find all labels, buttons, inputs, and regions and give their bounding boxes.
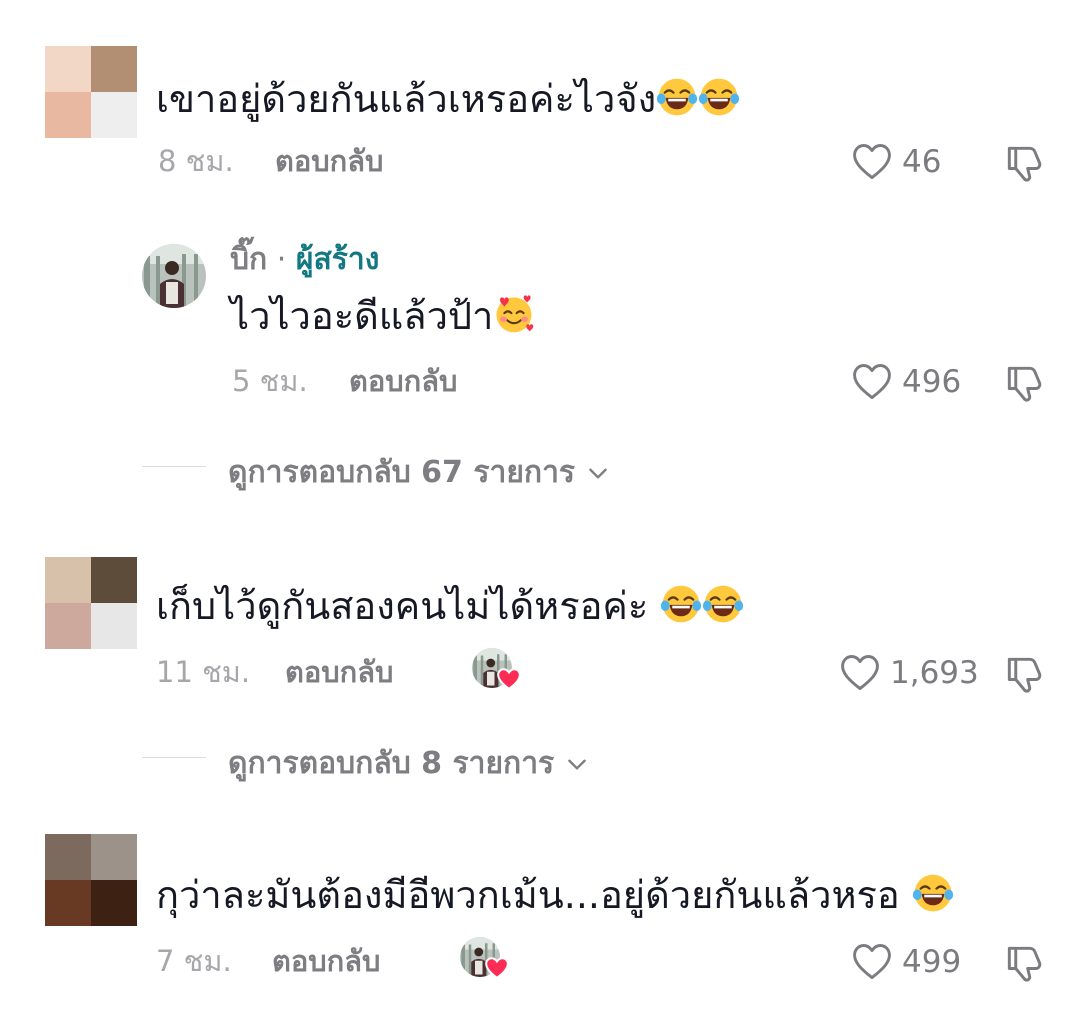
creator-avatar-image bbox=[142, 244, 206, 308]
chevron-down-icon bbox=[585, 460, 611, 486]
avatar-tile bbox=[45, 557, 91, 603]
thumbs-down-icon[interactable] bbox=[1002, 141, 1046, 185]
like-count: 1,693 bbox=[890, 655, 979, 691]
laugh-cry-emoji-icon bbox=[698, 76, 740, 118]
like-button[interactable]: 499 bbox=[850, 940, 961, 984]
heart-outline-icon bbox=[850, 140, 894, 184]
heart-badge-icon bbox=[496, 666, 522, 692]
comment-time: 11 ชม. bbox=[156, 655, 251, 689]
avatar-tile bbox=[45, 46, 91, 92]
like-button[interactable]: 496 bbox=[850, 360, 961, 404]
avatar-tile bbox=[91, 603, 137, 649]
avatar-tile bbox=[91, 92, 137, 138]
like-button[interactable]: 1,693 bbox=[838, 651, 979, 695]
avatar-tile bbox=[91, 46, 137, 92]
comment-body: เขาอยู่ด้วยกันแล้วเหรอค่ะไวจัง bbox=[156, 77, 657, 121]
chevron-down-icon bbox=[564, 751, 590, 777]
avatar-tile bbox=[45, 834, 91, 880]
thumbs-down-icon[interactable] bbox=[1002, 652, 1046, 696]
view-replies-label: ดูการตอบกลับ 67 รายการ bbox=[228, 455, 576, 490]
smiling-hearts-emoji-icon bbox=[493, 293, 535, 335]
laugh-cry-emoji-icon bbox=[702, 583, 744, 625]
replies-divider bbox=[142, 757, 206, 758]
creator-avatar[interactable] bbox=[142, 244, 206, 308]
thumbs-down-icon[interactable] bbox=[1002, 361, 1046, 405]
heart-outline-icon bbox=[838, 651, 882, 695]
reply-button[interactable]: ตอบกลับ bbox=[275, 143, 383, 179]
replies-divider bbox=[142, 466, 206, 467]
avatar-tile bbox=[45, 603, 91, 649]
reply-button[interactable]: ตอบกลับ bbox=[285, 654, 393, 690]
reply-time: 5 ชม. bbox=[232, 364, 308, 398]
avatar-tile bbox=[45, 92, 91, 138]
comment-time: 8 ชม. bbox=[158, 144, 234, 178]
like-count: 499 bbox=[902, 944, 962, 980]
commenter-avatar[interactable] bbox=[45, 834, 137, 926]
comment-body: กุว่าละมันต้องมีอีพวกเม้น...อยู่ด้วยกันแ… bbox=[156, 873, 900, 917]
like-count: 496 bbox=[902, 364, 962, 400]
view-replies-button[interactable]: ดูการตอบกลับ 67 รายการ bbox=[228, 449, 611, 496]
comment-text: เก็บไว้ดูกันสองคนไม่ได้หรอค่ะ bbox=[156, 583, 744, 628]
comment-text: เขาอยู่ด้วยกันแล้วเหรอค่ะไวจัง bbox=[156, 76, 740, 121]
laugh-cry-emoji-icon bbox=[656, 76, 698, 118]
creator-username[interactable]: บิ๊ก bbox=[230, 242, 267, 277]
comment-body: เก็บไว้ดูกันสองคนไม่ได้หรอค่ะ bbox=[156, 584, 649, 628]
name-separator: · bbox=[276, 242, 287, 277]
thumbs-down-icon[interactable] bbox=[1002, 941, 1046, 985]
laugh-cry-emoji-icon bbox=[660, 583, 702, 625]
commenter-avatar[interactable] bbox=[45, 557, 137, 649]
comment-time: 7 ชม. bbox=[156, 944, 232, 978]
creator-reply-text: ไวไวอะดีแล้วป้า bbox=[230, 293, 535, 338]
like-button[interactable]: 46 bbox=[850, 140, 941, 184]
heart-outline-icon bbox=[850, 360, 894, 404]
view-replies-button[interactable]: ดูการตอบกลับ 8 รายการ bbox=[228, 740, 590, 787]
view-replies-label: ดูการตอบกลับ 8 รายการ bbox=[228, 746, 555, 781]
heart-badge-icon bbox=[484, 955, 510, 981]
reply-button[interactable]: ตอบกลับ bbox=[349, 363, 457, 399]
creator-tag: ผู้สร้าง bbox=[295, 242, 380, 277]
reply-button[interactable]: ตอบกลับ bbox=[272, 943, 380, 979]
like-count: 46 bbox=[902, 144, 942, 180]
avatar-tile bbox=[91, 880, 137, 926]
heart-outline-icon bbox=[850, 940, 894, 984]
comment-text: กุว่าละมันต้องมีอีพวกเม้น...อยู่ด้วยกันแ… bbox=[156, 872, 954, 917]
avatar-tile bbox=[91, 557, 137, 603]
avatar-tile bbox=[91, 834, 137, 880]
creator-name-row: บิ๊ก · ผู้สร้าง bbox=[230, 242, 379, 278]
commenter-avatar[interactable] bbox=[45, 46, 137, 138]
avatar-tile bbox=[45, 880, 91, 926]
laugh-cry-emoji-icon bbox=[912, 872, 954, 914]
reply-body: ไวไวอะดีแล้วป้า bbox=[230, 294, 494, 338]
